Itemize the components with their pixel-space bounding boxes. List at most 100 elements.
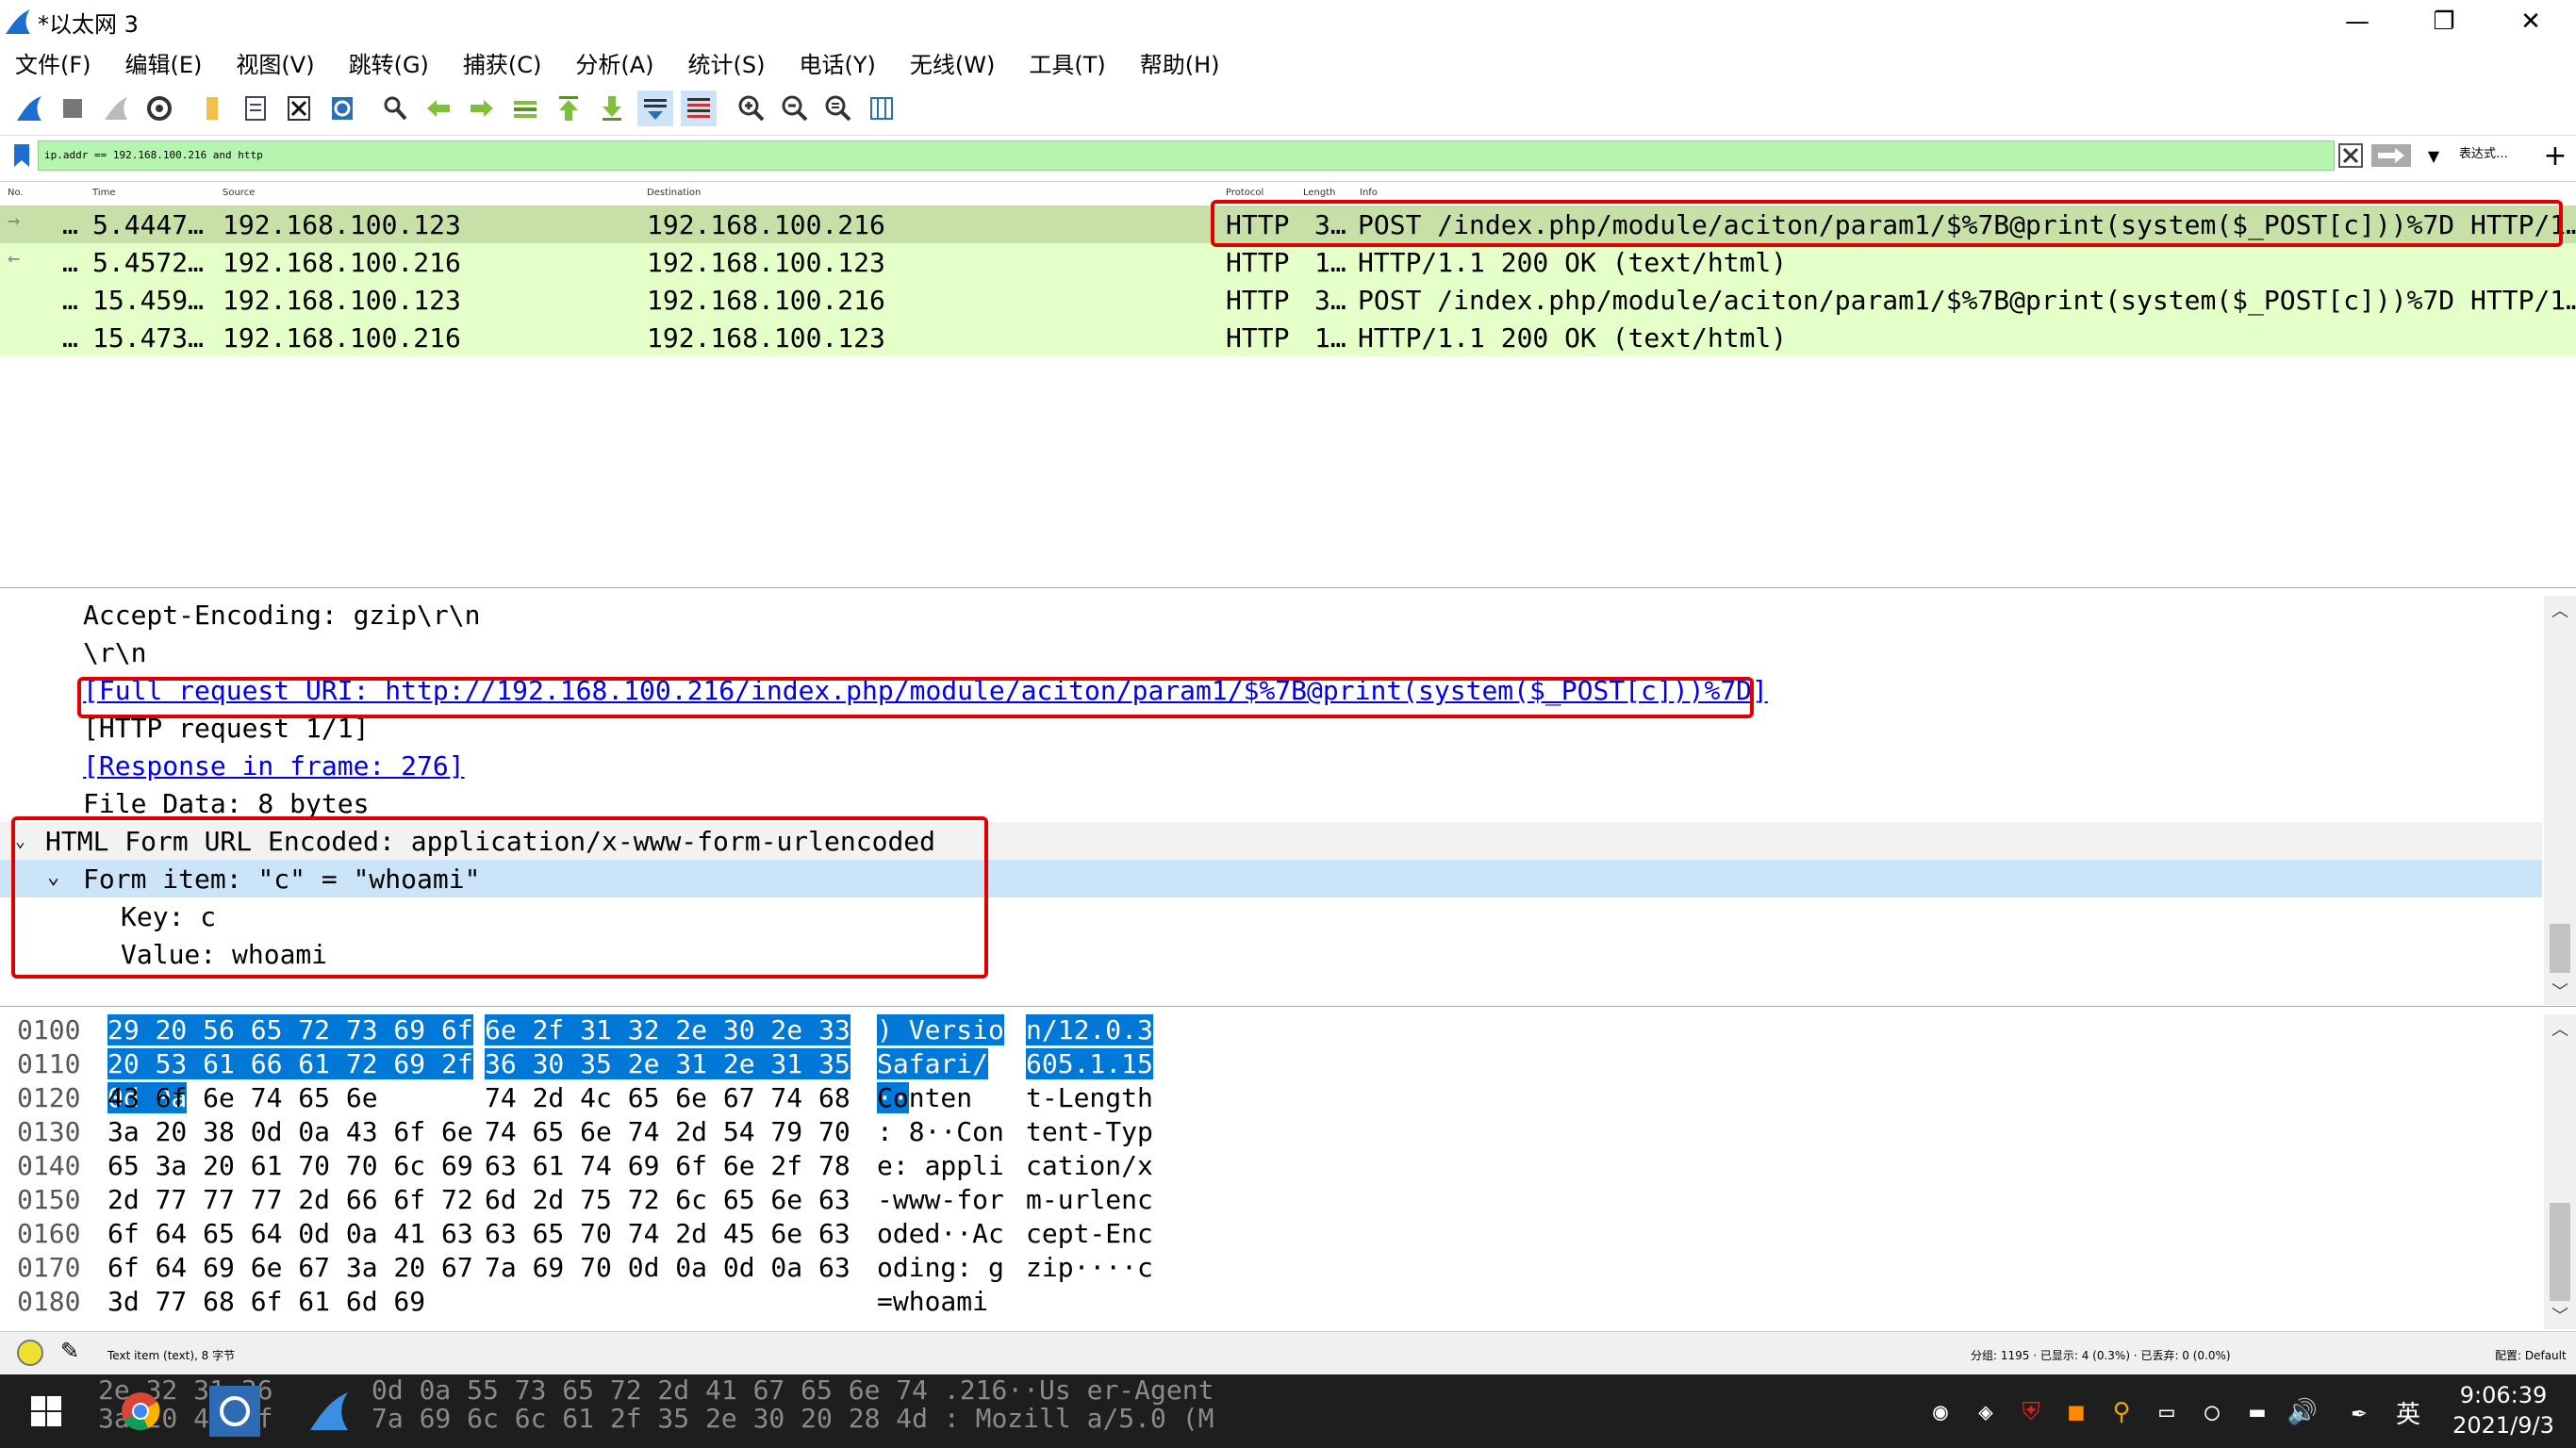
filter-bookmark-button[interactable]	[6, 140, 38, 172]
zoom-reset-button[interactable]	[820, 90, 856, 126]
restore-button[interactable]: ❐	[2401, 0, 2487, 43]
tray-volume-icon[interactable]: 🔊	[2286, 1395, 2320, 1429]
chrome-taskbar-button[interactable]	[115, 1386, 166, 1437]
tray-circle-icon[interactable]: ○	[2195, 1395, 2229, 1429]
packet-row[interactable]: ← … 5.4572… 192.168.100.216 192.168.100.…	[0, 243, 2576, 281]
tray-battery-icon[interactable]: ▬	[2240, 1395, 2274, 1429]
close-button[interactable]: ✕	[2487, 0, 2574, 43]
bytes-scrollbar[interactable]: ︿ ﹀	[2544, 1014, 2576, 1329]
col-destination[interactable]: Destination	[647, 188, 701, 198]
bookmark-icon	[14, 144, 29, 167]
folder-icon	[206, 96, 218, 120]
response-in-frame-link[interactable]: [Response in frame: 276]	[0, 747, 2542, 784]
bytes-hex: 20 53 61 66 61 72 69 2f	[107, 1048, 473, 1079]
detail-line[interactable]: \r\n	[0, 634, 2542, 671]
go-back-button[interactable]	[421, 90, 456, 126]
menu-file[interactable]: 文件(F)	[15, 46, 91, 79]
menu-analyze[interactable]: 分析(A)	[575, 46, 653, 79]
tray-app-icon[interactable]: ◉	[1924, 1395, 1957, 1429]
first-packet-button[interactable]	[551, 90, 586, 126]
bytes-ascii: cation/x	[1026, 1150, 1153, 1181]
detail-line[interactable]: Accept-Encoding: gzip\r\n	[0, 596, 2542, 634]
col-no[interactable]: No.	[8, 188, 24, 198]
last-packet-button[interactable]	[594, 90, 630, 126]
reload-file-button[interactable]	[324, 90, 360, 126]
arrow-right-icon	[471, 99, 493, 117]
menu-help[interactable]: 帮助(H)	[1140, 46, 1220, 79]
bytes-offset: 0150	[17, 1184, 81, 1215]
scroll-up-icon[interactable]: ︿	[2544, 596, 2576, 624]
details-scrollbar[interactable]: ︿ ﹀	[2544, 596, 2576, 1005]
minimize-button[interactable]: —	[2314, 0, 2401, 43]
menu-wireless[interactable]: 无线(W)	[910, 46, 995, 79]
resize-columns-button[interactable]	[864, 90, 900, 126]
col-time[interactable]: Time	[92, 188, 115, 198]
packet-row[interactable]: … 15.459… 192.168.100.123 192.168.100.21…	[0, 281, 2576, 319]
menu-capture[interactable]: 捕获(C)	[463, 46, 541, 79]
close-file-button[interactable]	[281, 90, 317, 126]
scroll-thumb[interactable]	[2550, 1203, 2570, 1301]
colorize-button[interactable]	[681, 90, 717, 126]
tray-search-icon[interactable]: ⚲	[2105, 1395, 2138, 1429]
tray-network-icon[interactable]: ▭	[2150, 1395, 2184, 1429]
col-source[interactable]: Source	[223, 188, 255, 198]
zoom-out-button[interactable]	[777, 90, 813, 126]
status-profile[interactable]: 配置: Default	[2495, 1347, 2567, 1363]
expert-info-icon[interactable]	[17, 1340, 43, 1366]
wireshark-taskbar-button[interactable]	[304, 1386, 355, 1437]
scroll-up-icon[interactable]: ︿	[2544, 1014, 2576, 1043]
autoscroll-button[interactable]	[637, 90, 673, 126]
zoom-in-button[interactable]	[734, 90, 769, 126]
response-in-frame-text[interactable]: [Response in frame: 276]	[83, 750, 465, 782]
tray-security-icon[interactable]: ⛨	[2014, 1395, 2048, 1429]
stop-capture-button[interactable]	[55, 90, 91, 126]
bytes-hex: 3a 20 38 0d 0a 43 6f 6e	[107, 1116, 473, 1147]
arrow-left-icon	[427, 99, 450, 117]
bytes-hex: 63 65 70 74 2d 45 6e 63	[485, 1218, 850, 1249]
system-clock[interactable]: 9:06:39 2021/9/3	[2442, 1380, 2565, 1440]
ime-indicator[interactable]: 英	[2391, 1395, 2425, 1429]
tray-app-icon[interactable]: ◈	[1969, 1395, 2003, 1429]
menu-view[interactable]: 视图(V)	[236, 46, 314, 79]
save-file-button[interactable]	[238, 90, 273, 126]
scroll-down-icon[interactable]: ﹀	[2544, 1301, 2576, 1329]
packet-row[interactable]: … 15.473… 192.168.100.216 192.168.100.12…	[0, 319, 2576, 356]
menu-telephony[interactable]: 电话(Y)	[800, 46, 876, 79]
tray-pen-icon[interactable]: ✒	[2342, 1395, 2376, 1429]
bytes-hex: 6f 64 65 64 0d 0a 41 63	[107, 1218, 473, 1249]
scroll-thumb[interactable]	[2550, 924, 2570, 973]
gear-icon	[147, 95, 172, 121]
edit-comment-icon[interactable]: ✎	[60, 1338, 79, 1364]
clear-filter-button[interactable]	[2337, 140, 2365, 171]
app-icon	[220, 1396, 250, 1426]
tray-app-icon[interactable]: ■	[2059, 1395, 2093, 1429]
start-capture-button[interactable]	[11, 90, 47, 126]
restart-capture-button[interactable]	[98, 90, 134, 126]
recent-filters-dropdown[interactable]: ▼	[2419, 140, 2448, 171]
add-filter-button[interactable]: +	[2538, 138, 2572, 173]
bytes-offset: 0120	[17, 1082, 81, 1113]
col-info[interactable]: Info	[1360, 188, 1378, 198]
go-to-packet-button[interactable]	[507, 90, 543, 126]
display-filter-input[interactable]: ip.addr == 192.168.100.216 and http	[38, 140, 2335, 171]
open-file-button[interactable]	[194, 90, 230, 126]
app-taskbar-button[interactable]	[209, 1386, 260, 1437]
apply-filter-button[interactable]	[2369, 140, 2414, 171]
bytes-hex: 2d 77 77 77 2d 66 6f 72	[107, 1184, 473, 1215]
go-forward-button[interactable]	[464, 90, 500, 126]
col-length[interactable]: Length	[1303, 188, 1336, 198]
highlight-box	[77, 677, 1754, 718]
bytes-offset: 0170	[17, 1252, 81, 1283]
bytes-hex: 63 61 74 69 6f 6e 2f 78	[485, 1150, 850, 1181]
restart-fin-icon	[105, 96, 127, 120]
find-packet-button[interactable]	[377, 90, 413, 126]
start-button[interactable]	[21, 1386, 72, 1437]
scroll-down-icon[interactable]: ﹀	[2544, 977, 2576, 1005]
expression-button[interactable]: 表达式…	[2459, 143, 2508, 161]
menu-edit[interactable]: 编辑(E)	[125, 46, 203, 79]
col-protocol[interactable]: Protocol	[1226, 188, 1263, 198]
menu-tools[interactable]: 工具(T)	[1029, 46, 1105, 79]
menu-statistics[interactable]: 统计(S)	[688, 46, 766, 79]
menu-go[interactable]: 跳转(G)	[349, 46, 429, 79]
capture-options-button[interactable]	[141, 90, 177, 126]
